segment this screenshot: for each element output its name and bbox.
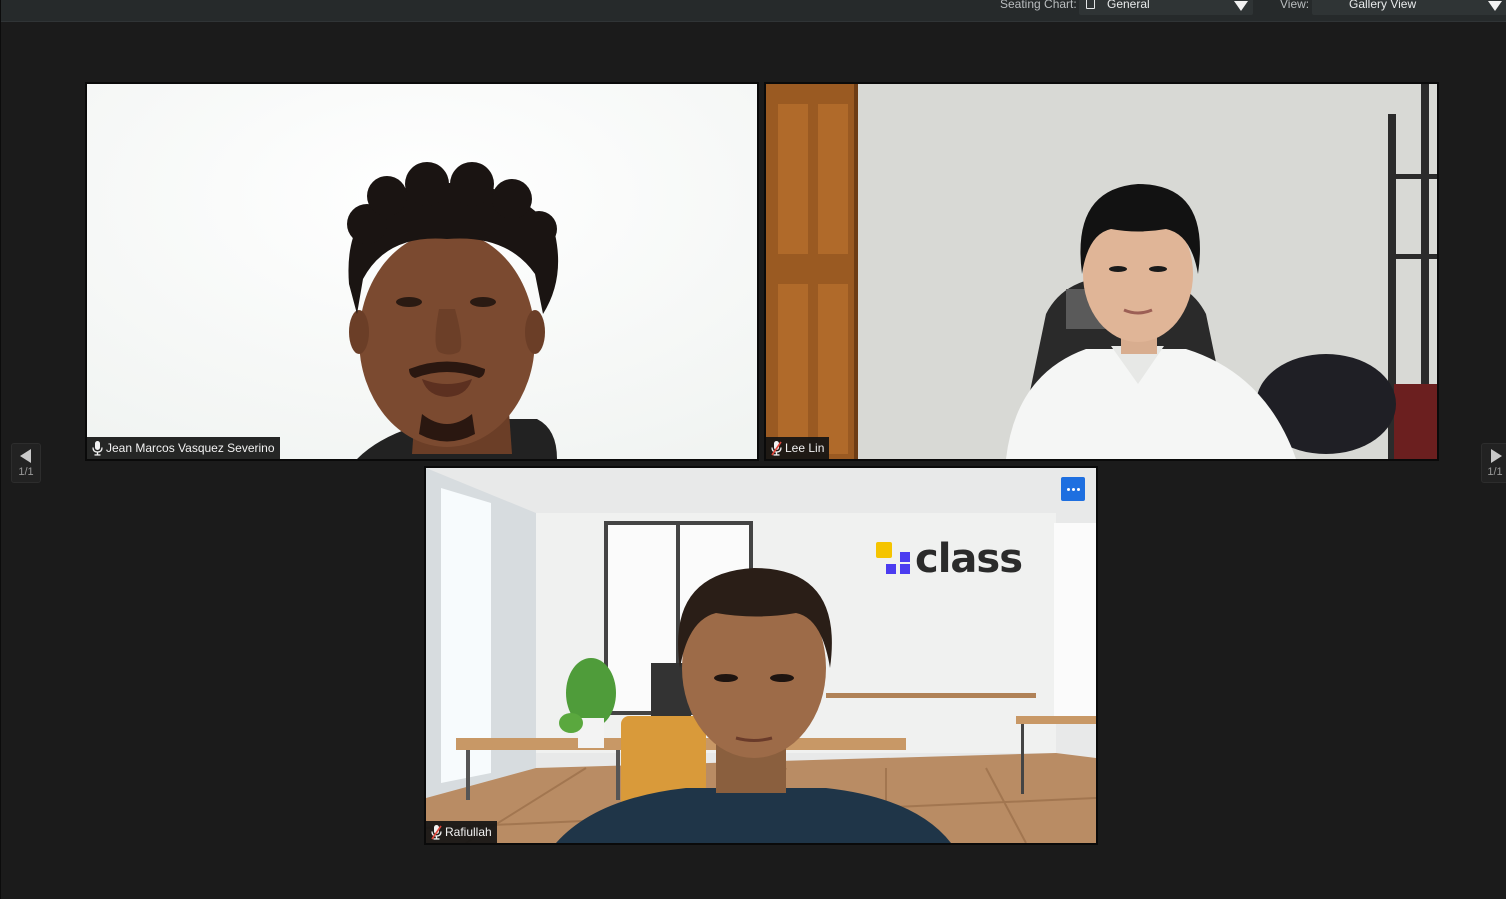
- seating-chart-dropdown[interactable]: General: [1079, 0, 1253, 15]
- microphone-icon: [92, 440, 103, 456]
- next-page-button[interactable]: 1/1: [1481, 443, 1506, 483]
- participant-video: [766, 84, 1437, 459]
- seating-chart-value: General: [1107, 0, 1150, 11]
- view-label: View:: [1280, 0, 1310, 11]
- ellipsis-dot: [1071, 487, 1075, 491]
- class-logo-square: [876, 542, 892, 558]
- microphone-muted-icon: [771, 440, 782, 456]
- ellipsis-dot: [1076, 487, 1080, 491]
- chevron-down-icon[interactable]: [1234, 1, 1248, 11]
- participant-name-tag: Lee Lin: [766, 437, 830, 459]
- ellipsis-icon: [1066, 487, 1070, 491]
- more-options-button[interactable]: [1061, 477, 1085, 501]
- seating-chart-label: Seating Chart:: [1000, 0, 1077, 11]
- view-dropdown[interactable]: Gallery View: [1312, 0, 1506, 15]
- view-value: Gallery View: [1349, 0, 1417, 11]
- chevron-down-icon[interactable]: [1488, 1, 1502, 11]
- participant-video: [87, 84, 757, 459]
- top-toolbar: Seating Chart: General View: Gallery Vie…: [1, 0, 1506, 22]
- participant-video: [426, 468, 1096, 843]
- participant-name: Rafiullah: [445, 825, 492, 839]
- participant-video-tile[interactable]: class Rafiullah: [424, 466, 1098, 845]
- page-count: 1/1: [1487, 466, 1503, 478]
- participant-name-tag: Rafiullah: [426, 821, 497, 843]
- participant-name-tag: Jean Marcos Vasquez Severino: [87, 437, 280, 459]
- class-logo-text: class: [915, 536, 1023, 582]
- participant-video-tile[interactable]: Jean Marcos Vasquez Severino: [85, 82, 759, 461]
- seating-chart-checkbox-icon[interactable]: [1086, 0, 1095, 9]
- participant-name: Jean Marcos Vasquez Severino: [106, 441, 275, 455]
- page-count: 1/1: [18, 466, 34, 478]
- participant-video-tile[interactable]: Lee Lin: [764, 82, 1439, 461]
- participant-name: Lee Lin: [785, 441, 825, 455]
- arrow-left-icon: [20, 449, 31, 463]
- arrow-right-icon: [1491, 449, 1502, 463]
- microphone-muted-icon: [431, 824, 442, 840]
- video-call-window: Seating Chart: General View: Gallery Vie…: [0, 0, 1506, 899]
- previous-page-button[interactable]: 1/1: [11, 443, 41, 483]
